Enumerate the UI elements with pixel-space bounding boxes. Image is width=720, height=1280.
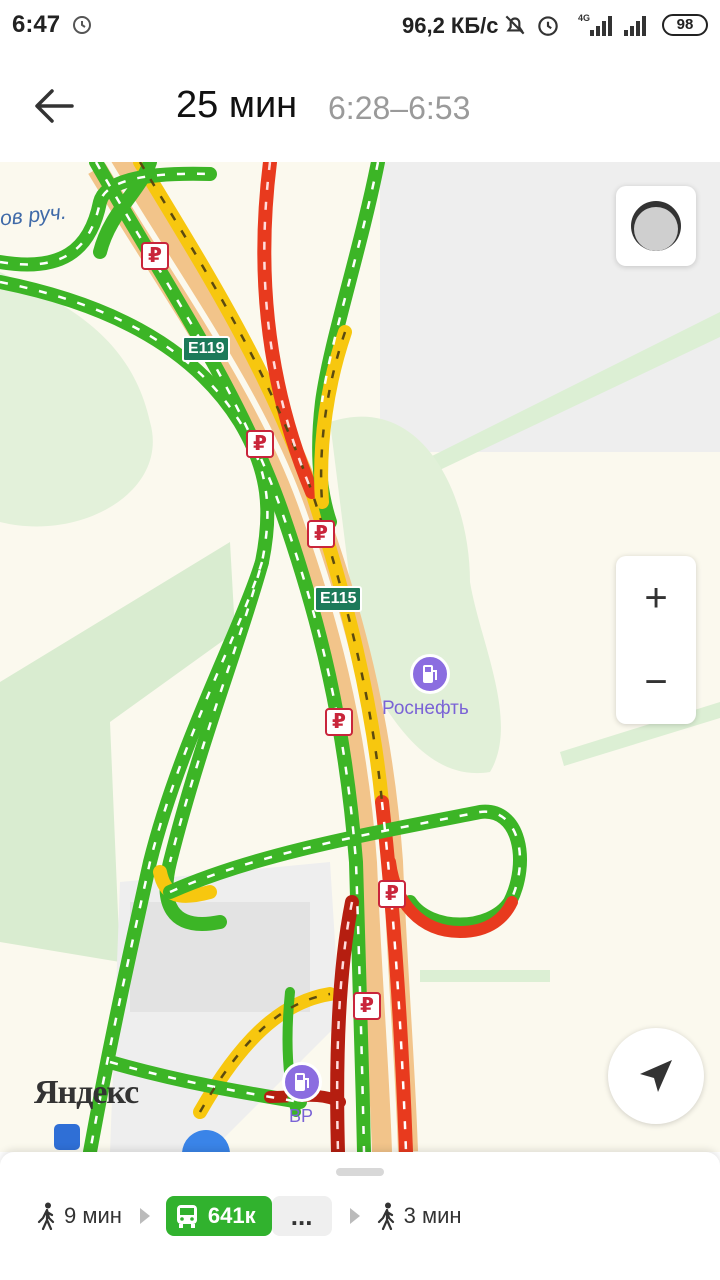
toll-ruble-icon[interactable]: ₽ — [353, 992, 381, 1020]
park-area-3 — [0, 272, 153, 527]
route-time-range: 6:28–6:53 — [328, 90, 471, 126]
alarm-icon — [538, 16, 558, 36]
fuel-station-icon[interactable] — [282, 1062, 322, 1102]
poi-label-bp[interactable]: BP — [289, 1106, 313, 1127]
route-header: 25 мин 6:28–6:53 — [0, 52, 720, 162]
bus-icon — [176, 1205, 197, 1228]
arrow-left-icon — [35, 89, 74, 123]
walk-segment-end: 3 мин — [376, 1202, 462, 1230]
drag-handle[interactable] — [336, 1168, 384, 1176]
yandex-logo: Яндекс — [34, 1074, 139, 1111]
map-view[interactable]: ов руч. E119 E115 ₽ ₽ ₽ ₽ ₽ ₽ Роснефть B… — [0, 162, 720, 1152]
zoom-out-button[interactable]: − — [616, 640, 696, 724]
route-summary-panel[interactable]: 9 мин 641к ... 3 мин — [0, 1152, 720, 1280]
bus-route-chip[interactable]: 641к — [165, 1196, 272, 1236]
back-button[interactable] — [26, 82, 82, 130]
more-routes-chip[interactable]: ... — [271, 1196, 332, 1236]
route-segments[interactable]: 9 мин 641к ... 3 мин — [36, 1196, 462, 1236]
traffic-layer-icon — [631, 201, 681, 251]
toll-ruble-icon[interactable]: ₽ — [141, 242, 169, 270]
traffic-layer-button[interactable] — [616, 186, 696, 266]
signal-icon — [624, 16, 646, 36]
road-sign-e115: E115 — [314, 586, 363, 612]
status-bar: 6:47 96,2 КБ/с 4G 98 — [0, 0, 720, 52]
green-strip-3 — [420, 970, 550, 982]
navigation-arrow-icon — [640, 1060, 672, 1092]
transit-stop-icon[interactable] — [54, 1124, 80, 1150]
road-sign-e119: E119 — [182, 336, 231, 362]
chevron-right-icon — [139, 1208, 150, 1224]
fuel-station-icon[interactable] — [410, 654, 450, 694]
signal-4g-icon: 4G — [578, 13, 612, 36]
chevron-right-icon — [349, 1208, 360, 1224]
zoom-in-button[interactable]: + — [616, 556, 696, 640]
poi-label-rosneft[interactable]: Роснефть — [382, 698, 469, 720]
battery-icon: 98 — [662, 14, 708, 36]
walking-icon — [37, 1202, 55, 1230]
zoom-controls: + − — [616, 556, 696, 724]
alarm-icon — [73, 16, 91, 34]
my-location-button[interactable] — [608, 1028, 704, 1124]
walk-start-time: 9 мин — [64, 1203, 122, 1228]
svg-text:4G: 4G — [578, 13, 590, 23]
status-time: 6:47 — [12, 11, 61, 38]
bus-route-number: 641к — [207, 1203, 256, 1228]
toll-ruble-icon[interactable]: ₽ — [378, 880, 406, 908]
toll-ruble-icon[interactable]: ₽ — [325, 708, 353, 736]
walk-end-time: 3 мин — [403, 1203, 462, 1228]
route-duration: 25 мин — [176, 84, 298, 126]
network-speed: 96,2 КБ/с — [402, 13, 499, 38]
walk-segment-start: 9 мин — [36, 1202, 122, 1230]
toll-ruble-icon[interactable]: ₽ — [307, 520, 335, 548]
toll-ruble-icon[interactable]: ₽ — [246, 430, 274, 458]
walking-icon — [377, 1202, 394, 1230]
mute-bell-icon — [505, 15, 525, 35]
